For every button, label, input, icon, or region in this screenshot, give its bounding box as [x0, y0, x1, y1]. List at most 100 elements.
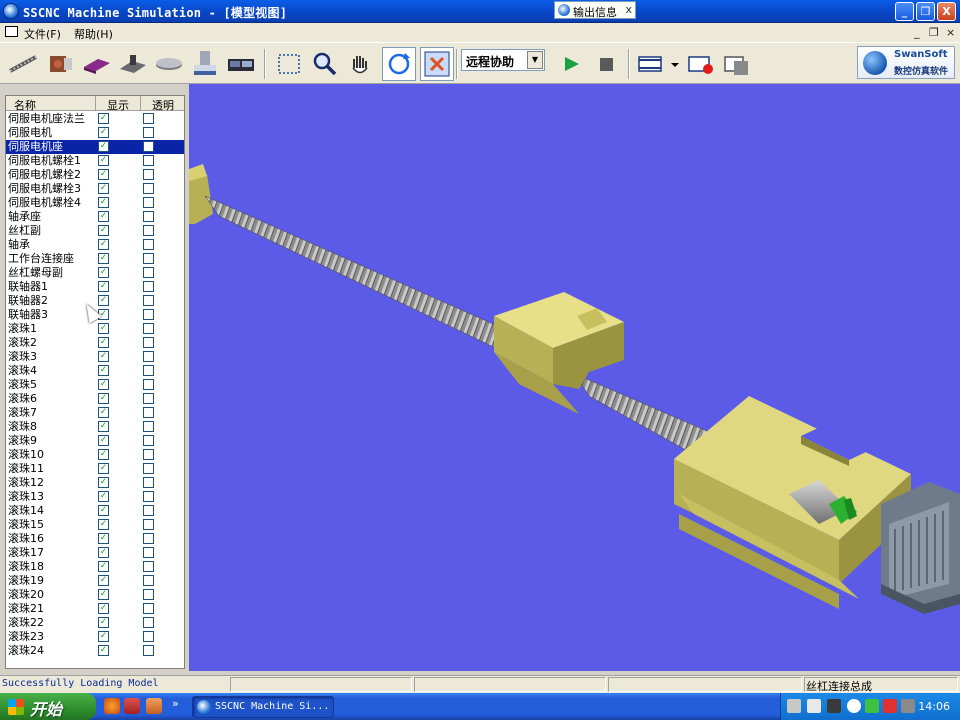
spindle-tool-button[interactable]: [152, 47, 186, 81]
transparent-checkbox[interactable]: [143, 239, 154, 250]
ballscrew-tool-button[interactable]: [6, 47, 40, 81]
show-checkbox[interactable]: ✓: [98, 379, 109, 390]
show-checkbox[interactable]: ✓: [98, 491, 109, 502]
transparent-checkbox[interactable]: [143, 505, 154, 516]
zoom-button[interactable]: [308, 47, 342, 81]
show-checkbox[interactable]: ✓: [98, 617, 109, 628]
tree-row[interactable]: 伺服电机螺栓2 ✓: [6, 168, 184, 182]
show-checkbox[interactable]: ✓: [98, 281, 109, 292]
show-checkbox[interactable]: ✓: [98, 197, 109, 208]
maximize-button[interactable]: ❐: [916, 2, 935, 21]
rotate-button[interactable]: [382, 47, 416, 81]
clock[interactable]: 14:06: [918, 700, 950, 713]
transparent-checkbox[interactable]: [143, 547, 154, 558]
header-transparent[interactable]: 透明: [152, 97, 174, 113]
show-checkbox[interactable]: ✓: [98, 155, 109, 166]
header-name[interactable]: 名称: [14, 97, 36, 113]
tree-row[interactable]: 滚珠21 ✓: [6, 602, 184, 616]
tree-row[interactable]: 滚珠17 ✓: [6, 546, 184, 560]
tree-row[interactable]: 滚珠18 ✓: [6, 560, 184, 574]
app-shortcut-icon[interactable]: [146, 698, 162, 714]
transparent-checkbox[interactable]: [143, 323, 154, 334]
tray-arrow-icon[interactable]: [847, 699, 861, 713]
model-viewport[interactable]: [189, 84, 960, 671]
tree-row[interactable]: 伺服电机座法兰 ✓: [6, 112, 184, 126]
tree-row[interactable]: 滚珠6 ✓: [6, 392, 184, 406]
transparent-checkbox[interactable]: [143, 169, 154, 180]
show-checkbox[interactable]: ✓: [98, 323, 109, 334]
show-checkbox[interactable]: ✓: [98, 225, 109, 236]
machine-tool-button[interactable]: [188, 47, 222, 81]
firefox-icon[interactable]: [104, 698, 120, 714]
show-checkbox[interactable]: ✓: [98, 127, 109, 138]
rail-tool-button[interactable]: [80, 47, 114, 81]
show-checkbox[interactable]: ✓: [98, 141, 109, 152]
transparent-checkbox[interactable]: [143, 197, 154, 208]
transparent-checkbox[interactable]: [143, 631, 154, 642]
show-checkbox[interactable]: ✓: [98, 561, 109, 572]
transparent-checkbox[interactable]: [143, 589, 154, 600]
tree-row[interactable]: 滚珠13 ✓: [6, 490, 184, 504]
tree-row[interactable]: 滚珠12 ✓: [6, 476, 184, 490]
transparent-checkbox[interactable]: [143, 575, 154, 586]
menu-file[interactable]: 文件(F): [24, 26, 61, 42]
transparent-checkbox[interactable]: [143, 267, 154, 278]
tree-row[interactable]: 滚珠2 ✓: [6, 336, 184, 350]
tree-row[interactable]: 滚珠4 ✓: [6, 364, 184, 378]
tree-row[interactable]: 滚珠15 ✓: [6, 518, 184, 532]
select-box-button[interactable]: [272, 47, 306, 81]
show-checkbox[interactable]: ✓: [98, 477, 109, 488]
show-checkbox[interactable]: ✓: [98, 365, 109, 376]
transparent-checkbox[interactable]: [143, 351, 154, 362]
output-info-tab[interactable]: 输出信息 x: [554, 1, 636, 19]
transparent-checkbox[interactable]: [143, 463, 154, 474]
transparent-checkbox[interactable]: [143, 337, 154, 348]
app-icon[interactable]: [3, 3, 19, 19]
transparent-checkbox[interactable]: [143, 113, 154, 124]
mdi-close-button[interactable]: ×: [946, 26, 955, 39]
tree-row[interactable]: 滚珠23 ✓: [6, 630, 184, 644]
show-checkbox[interactable]: ✓: [98, 421, 109, 432]
title-bar[interactable]: SSCNC Machine Simulation - [模型视图] 输出信息 x…: [0, 0, 960, 23]
task-button-sscnc[interactable]: SSCNC Machine Si...: [192, 696, 334, 718]
show-checkbox[interactable]: ✓: [98, 351, 109, 362]
show-checkbox[interactable]: ✓: [98, 575, 109, 586]
transparent-checkbox[interactable]: [143, 533, 154, 544]
tree-row[interactable]: 滚珠5 ✓: [6, 378, 184, 392]
show-checkbox[interactable]: ✓: [98, 533, 109, 544]
mode-combo[interactable]: 远程协助 ▼: [461, 49, 545, 71]
tree-row[interactable]: 滚珠16 ✓: [6, 532, 184, 546]
transparent-checkbox[interactable]: [143, 295, 154, 306]
start-button[interactable]: 开始: [0, 693, 96, 720]
film-dropdown-button[interactable]: [668, 47, 682, 81]
show-checkbox[interactable]: ✓: [98, 337, 109, 348]
show-checkbox[interactable]: ✓: [98, 183, 109, 194]
tree-row[interactable]: 滚珠1 ✓: [6, 322, 184, 336]
header-show[interactable]: 显示: [107, 97, 129, 113]
tree-row[interactable]: 滚珠11 ✓: [6, 462, 184, 476]
tree-row[interactable]: 伺服电机螺栓1 ✓: [6, 154, 184, 168]
header-divider[interactable]: [95, 96, 96, 111]
quicklaunch-chevron-icon[interactable]: »: [172, 697, 179, 710]
transparent-checkbox[interactable]: [143, 519, 154, 530]
output-info-close-button[interactable]: x: [625, 3, 632, 16]
transparent-checkbox[interactable]: [143, 491, 154, 502]
chevron-down-icon[interactable]: ▼: [527, 51, 543, 69]
transparent-checkbox[interactable]: [143, 645, 154, 656]
stop-button[interactable]: [590, 47, 624, 81]
printer-icon[interactable]: [901, 699, 915, 713]
tree-row[interactable]: 滚珠10 ✓: [6, 448, 184, 462]
transparent-checkbox[interactable]: [143, 127, 154, 138]
tree-row[interactable]: 滚珠19 ✓: [6, 574, 184, 588]
show-checkbox[interactable]: ✓: [98, 211, 109, 222]
tree-row[interactable]: 伺服电机 ✓: [6, 126, 184, 140]
show-checkbox[interactable]: ✓: [98, 547, 109, 558]
lathe-tool-button[interactable]: [224, 47, 258, 81]
transparent-checkbox[interactable]: [143, 435, 154, 446]
transparent-checkbox[interactable]: [143, 561, 154, 572]
tree-row[interactable]: 滚珠7 ✓: [6, 406, 184, 420]
export-button[interactable]: [720, 47, 754, 81]
show-checkbox[interactable]: ✓: [98, 603, 109, 614]
transparent-checkbox[interactable]: [143, 211, 154, 222]
tree-row[interactable]: 轴承座 ✓: [6, 210, 184, 224]
